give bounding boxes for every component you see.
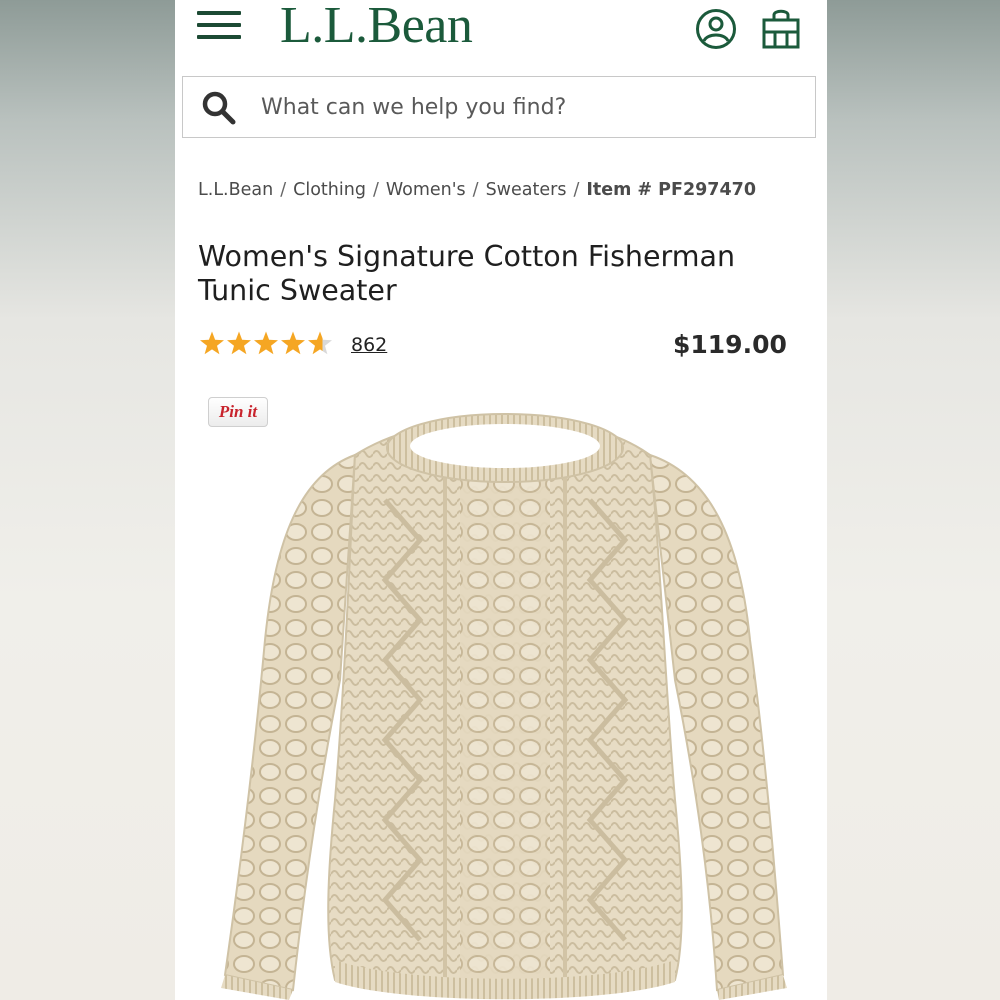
site-header: L.L.Bean <box>175 0 827 60</box>
site-logo[interactable]: L.L.Bean <box>280 0 473 55</box>
breadcrumb-link-clothing[interactable]: Clothing <box>293 180 366 200</box>
background-right <box>827 0 1000 1000</box>
menu-icon[interactable] <box>197 11 241 41</box>
product-image[interactable] <box>205 400 805 1000</box>
breadcrumb-link-sweaters[interactable]: Sweaters <box>486 180 567 200</box>
breadcrumb-separator: / <box>280 180 287 200</box>
review-count-link[interactable]: 862 <box>351 334 387 356</box>
account-icon[interactable] <box>695 8 737 50</box>
breadcrumb-separator: / <box>472 180 479 200</box>
breadcrumb-link-womens[interactable]: Women's <box>386 180 466 200</box>
product-price: $119.00 <box>673 330 787 359</box>
breadcrumb-separator: / <box>573 180 580 200</box>
search-icon[interactable] <box>201 90 237 126</box>
shopping-bag-icon[interactable] <box>759 6 803 50</box>
background-left <box>0 0 175 1000</box>
mobile-page: L.L.Bean L.L.Bean / Clothing / Women's / Sweat… <box>175 0 827 1000</box>
star-rating-icon[interactable] <box>199 330 339 358</box>
item-number: Item # PF297470 <box>586 180 757 200</box>
product-title: Women's Signature Cotton Fisherman Tunic… <box>198 240 736 307</box>
search-input[interactable] <box>261 89 801 125</box>
pinterest-pin-it-button[interactable]: Pin it <box>208 397 268 427</box>
breadcrumb: L.L.Bean / Clothing / Women's / Sweaters / Item … <box>198 180 808 200</box>
search-bar <box>182 76 816 138</box>
breadcrumb-link-home[interactable]: L.L.Bean <box>198 180 273 200</box>
breadcrumb-separator: / <box>372 180 379 200</box>
